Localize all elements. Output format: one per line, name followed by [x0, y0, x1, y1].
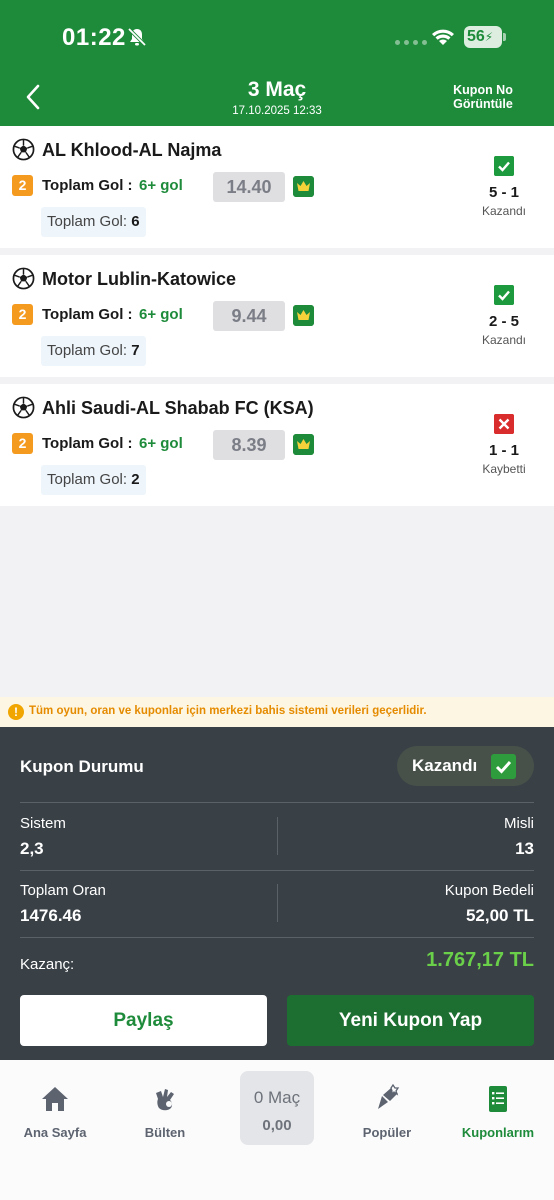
bet-type-badge: 2	[12, 433, 33, 454]
bottom-tab-bar: Ana Sayfa Bülten 0 Maç 0,00 Popüler Kupo…	[0, 1060, 554, 1200]
popular-icon	[378, 1084, 400, 1109]
multiplier-label: Misli	[504, 815, 534, 832]
match-teams: AL Khlood-AL Najma	[42, 140, 222, 160]
bet-selection: 6+ gol	[139, 435, 183, 452]
battery-tip	[503, 33, 506, 41]
bet-type-badge: 2	[12, 175, 33, 196]
bet-selection: 6+ gol	[139, 306, 183, 323]
bet-label: Toplam Gol :	[42, 435, 133, 452]
vertical-divider	[277, 817, 278, 855]
tab-my-coupons[interactable]: Kuponlarım	[443, 1060, 553, 1170]
coupon-status-badge: Kazandı	[397, 746, 534, 786]
header: 01:22 56⚡ 3 Maç 17.10.2025 12:33 Kupon N…	[0, 0, 554, 126]
tab-home-label: Ana Sayfa	[23, 1125, 87, 1140]
result-value: 6	[131, 213, 140, 230]
soccer-ball-icon	[12, 267, 35, 290]
info-notice: ! Tüm oyun, oran ve kuponlar için merkez…	[0, 697, 554, 727]
coupon-cost-value: 52,00 TL	[465, 906, 534, 925]
multiplier-value: 13	[515, 839, 534, 858]
total-odds-label: Toplam Oran	[20, 882, 106, 899]
status-time: 01:22	[62, 24, 126, 51]
lost-x-icon	[494, 414, 514, 434]
match-card[interactable]: Motor Lublin-Katowice 2 Toplam Gol : 6+ …	[0, 255, 554, 377]
winnings-value: 1.767,17 TL	[426, 949, 534, 971]
coupon-cost-label: Kupon Bedeli	[444, 882, 534, 899]
share-button[interactable]: Paylaş	[20, 995, 267, 1046]
system-label: Sistem	[20, 815, 66, 832]
betslip-amount: 0,00	[262, 1117, 292, 1134]
tab-my-coupons-label: Kuponlarım	[461, 1125, 535, 1140]
result-value: 2	[131, 471, 140, 488]
match-teams: Motor Lublin-Katowice	[42, 269, 236, 289]
betslip-match-count: 0 Maç	[253, 1088, 301, 1107]
odds-value: 14.40	[213, 172, 285, 202]
soccer-ball-icon	[12, 138, 35, 161]
bet-selection: 6+ gol	[139, 177, 183, 194]
result-total-goals: Toplam Gol: 6	[41, 207, 146, 237]
tab-bulletin-label: Bülten	[144, 1125, 186, 1140]
betslip-summary-button[interactable]: 0 Maç 0,00	[240, 1071, 314, 1145]
match-card[interactable]: AL Khlood-AL Najma 2 Toplam Gol : 6+ gol…	[0, 126, 554, 248]
odds-value: 9.44	[213, 301, 285, 331]
vertical-divider	[277, 884, 278, 922]
divider	[20, 937, 534, 938]
divider	[20, 870, 534, 871]
result-total-goals: Toplam Gol: 2	[41, 465, 146, 495]
tab-home[interactable]: Ana Sayfa	[0, 1060, 110, 1170]
match-status: Kazandı	[481, 333, 527, 347]
view-coupon-number-line1: Kupon No	[453, 83, 513, 97]
crown-icon	[293, 305, 314, 326]
result-label: Toplam Gol:	[47, 342, 128, 359]
battery-level: 56	[467, 28, 485, 45]
bell-muted-icon	[127, 27, 147, 47]
check-icon	[491, 754, 516, 779]
coupon-summary-panel: Kupon Durumu Kazandı Sistem 2,3 Misli 13…	[0, 727, 554, 1060]
won-check-icon	[494, 156, 514, 176]
match-score: 5 - 1	[488, 184, 519, 201]
tab-bulletin[interactable]: Bülten	[110, 1060, 220, 1170]
new-coupon-button[interactable]: Yeni Kupon Yap	[287, 995, 534, 1046]
bet-label: Toplam Gol :	[42, 306, 133, 323]
bulletin-hand-icon	[156, 1089, 174, 1111]
match-teams: Ahli Saudi-AL Shabab FC (KSA)	[42, 398, 314, 418]
result-label: Toplam Gol:	[47, 471, 128, 488]
result-value: 7	[131, 342, 140, 359]
view-coupon-number-button[interactable]: Kupon No Görüntüle	[438, 83, 528, 111]
charging-bolt-icon: ⚡	[484, 30, 494, 44]
view-coupon-number-line2: Görüntüle	[453, 97, 513, 111]
bet-type-badge: 2	[12, 304, 33, 325]
warning-icon: !	[8, 704, 24, 720]
soccer-ball-icon	[12, 396, 35, 419]
crown-icon	[293, 176, 314, 197]
system-value: 2,3	[20, 839, 44, 858]
odds-value: 8.39	[213, 430, 285, 460]
winnings-label: Kazanç:	[20, 956, 75, 973]
divider	[20, 802, 534, 803]
total-odds-value: 1476.46	[20, 906, 82, 925]
match-score: 1 - 1	[488, 442, 519, 459]
coupon-list-icon	[489, 1086, 507, 1112]
won-check-icon	[494, 285, 514, 305]
result-label: Toplam Gol:	[47, 213, 128, 230]
notice-text: Tüm oyun, oran ve kuponlar için merkezi …	[29, 705, 427, 717]
match-status: Kazandı	[481, 204, 527, 218]
result-total-goals: Toplam Gol: 7	[41, 336, 146, 366]
match-status: Kaybetti	[482, 462, 526, 476]
match-score: 2 - 5	[488, 313, 519, 330]
coupon-status-label: Kazandı	[412, 756, 478, 775]
match-card[interactable]: Ahli Saudi-AL Shabab FC (KSA) 2 Toplam G…	[0, 384, 554, 506]
tab-popular[interactable]: Popüler	[332, 1060, 442, 1170]
wifi-icon	[432, 29, 454, 45]
home-icon	[42, 1087, 68, 1111]
coupon-status-title: Kupon Durumu	[20, 757, 144, 776]
tab-popular-label: Popüler	[362, 1125, 412, 1140]
bet-label: Toplam Gol :	[42, 177, 133, 194]
cellular-signal-icon	[395, 40, 427, 45]
crown-icon	[293, 434, 314, 455]
battery-indicator: 56⚡	[464, 26, 502, 48]
